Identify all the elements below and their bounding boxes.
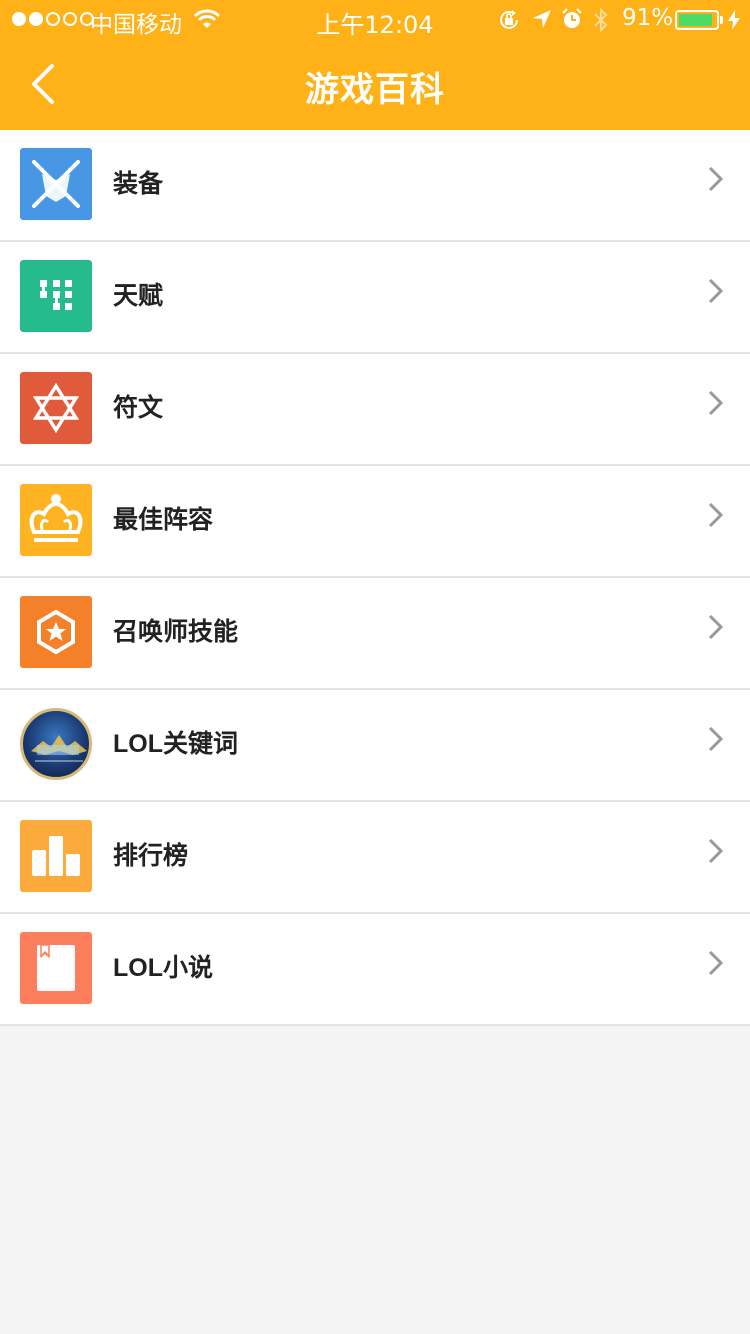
chevron-right-icon [708, 614, 724, 640]
crown-icon [20, 484, 92, 556]
list-item-summoner-skill[interactable]: 召唤师技能 [0, 578, 750, 690]
battery-icon [675, 10, 719, 30]
summoner-skill-icon [20, 596, 92, 668]
list-item-equipment[interactable]: 装备 [0, 130, 750, 242]
ranking-chart-icon [20, 820, 92, 892]
list-item-ranking[interactable]: 排行榜 [0, 802, 750, 914]
equipment-icon [20, 148, 92, 220]
item-label: 排行榜 [113, 842, 189, 870]
location-arrow-icon [533, 10, 551, 28]
chevron-right-icon [708, 726, 724, 752]
item-label: 装备 [113, 170, 164, 198]
novel-book-icon [20, 932, 92, 1004]
wiki-menu-list: 装备 天赋 符文 最佳阵容 召唤师技能 LOL关键词 排行榜 LOL小说 [0, 130, 750, 1026]
charging-bolt-icon [728, 10, 740, 30]
chevron-right-icon [708, 166, 724, 192]
item-label: 最佳阵容 [113, 506, 214, 534]
list-item-rune[interactable]: 符文 [0, 354, 750, 466]
item-label: 召唤师技能 [113, 618, 239, 646]
list-item-talent[interactable]: 天赋 [0, 242, 750, 354]
alarm-icon [562, 8, 582, 28]
rune-star-icon [20, 372, 92, 444]
item-label: 符文 [113, 394, 164, 422]
chevron-right-icon [708, 838, 724, 864]
list-item-lol-keywords[interactable]: LOL关键词 [0, 690, 750, 802]
list-item-lol-novel[interactable]: LOL小说 [0, 914, 750, 1026]
item-label: LOL小说 [113, 954, 213, 982]
bluetooth-icon [594, 8, 608, 32]
item-label: LOL关键词 [113, 730, 238, 758]
rotation-lock-icon [500, 10, 518, 29]
chevron-right-icon [708, 502, 724, 528]
chevron-right-icon [708, 278, 724, 304]
item-label: 天赋 [113, 282, 164, 310]
battery-percent: 91% [622, 5, 674, 31]
chevron-right-icon [708, 950, 724, 976]
lol-keyword-logo-icon [20, 708, 92, 780]
chevron-right-icon [708, 390, 724, 416]
list-item-best-lineup[interactable]: 最佳阵容 [0, 466, 750, 578]
status-bar: 中国移动 上午12:04 91% [0, 0, 750, 40]
page-title: 游戏百科 [305, 70, 445, 110]
talent-icon [20, 260, 92, 332]
